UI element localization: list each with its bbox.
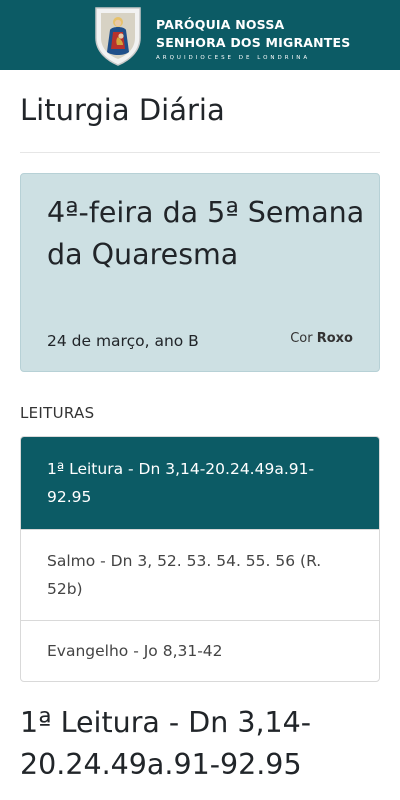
liturgical-color-value: Roxo	[316, 331, 353, 346]
logo-line-2: SENHORA DOS MIGRANTES	[156, 35, 351, 50]
parish-logo[interactable]: PARÓQUIA NOSSA SENHORA DOS MIGRANTES ARQ…	[92, 4, 350, 66]
day-date: 24 de março, ano B	[47, 332, 199, 350]
page-title: Liturgia Diária	[20, 93, 225, 127]
readings-list: 1ª Leitura - Dn 3,14-20.24.49a.91-92.95 …	[20, 436, 380, 682]
liturgical-color-label: Cor	[290, 331, 313, 346]
liturgical-color: Cor Roxo	[290, 331, 353, 346]
liturgical-day-card: 4ª-feira da 5ª Semana da Quaresma 24 de …	[20, 173, 380, 372]
day-title: 4ª-feira da 5ª Semana da Quaresma	[47, 196, 365, 271]
logo-line-1: PARÓQUIA NOSSA	[156, 17, 285, 32]
divider	[20, 152, 380, 153]
reading-item-first-reading[interactable]: 1ª Leitura - Dn 3,14-20.24.49a.91-92.95	[21, 437, 379, 529]
logo-line-3: ARQUIDIOCESE DE LONDRINA	[156, 55, 311, 61]
readings-section-label: LEITURAS	[20, 404, 95, 422]
reading-heading: 1ª Leitura - Dn 3,14-20.24.49a.91-92.95	[20, 706, 312, 781]
reading-item-psalm[interactable]: Salmo - Dn 3, 52. 53. 54. 55. 56 (R. 52b…	[21, 529, 379, 620]
shield-icon	[95, 7, 141, 66]
top-bar: PARÓQUIA NOSSA SENHORA DOS MIGRANTES ARQ…	[0, 0, 400, 70]
reading-item-gospel[interactable]: Evangelho - Jo 8,31-42	[21, 620, 379, 681]
